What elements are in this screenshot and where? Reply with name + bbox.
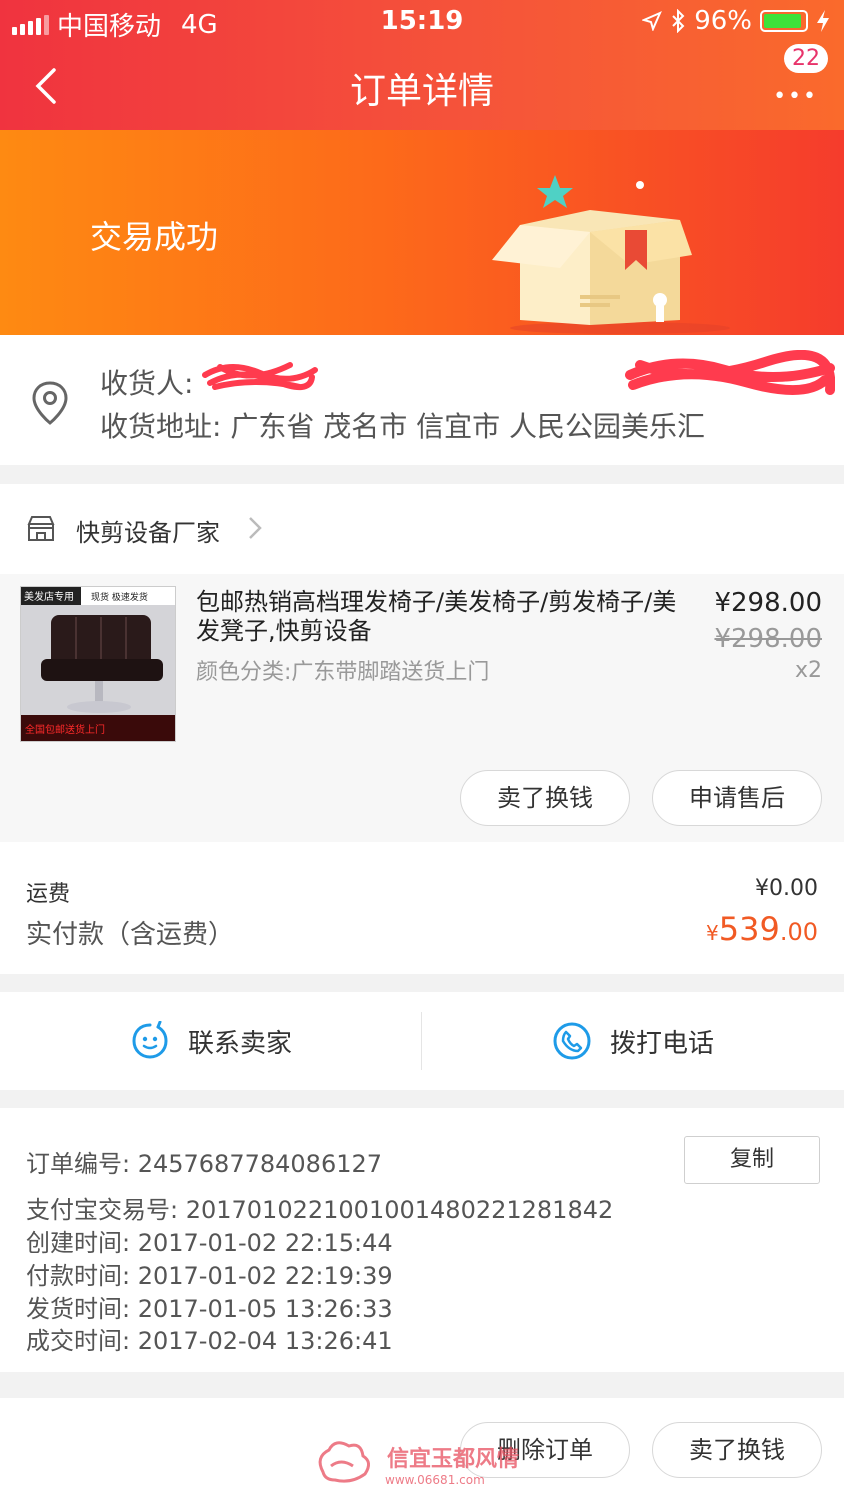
- site-watermark: 信宜玉都风情 www.06681.com: [318, 1441, 519, 1487]
- page-title: 订单详情: [349, 71, 494, 112]
- svg-text:www.06681.com: www.06681.com: [385, 1473, 485, 1487]
- battery-percent: 96%: [694, 6, 752, 36]
- call-button[interactable]: 拨打电话: [422, 992, 844, 1090]
- shipping-fee-label: 运费: [26, 882, 71, 907]
- paid-currency: ¥: [706, 921, 719, 945]
- paid-amount-label: 实付款（含运费）: [26, 920, 235, 950]
- svg-text:现货 极速发货: 现货 极速发货: [91, 591, 148, 603]
- contact-seller-button[interactable]: 联系卖家: [0, 992, 422, 1090]
- chat-icon: [132, 1021, 168, 1059]
- order-info: 订单编号: 2457687784086127 复制 支付宝交易号: 201701…: [0, 1108, 844, 1372]
- address-line: 收货地址: 广东省 茂名市 信宜市 人民公园美乐汇: [100, 405, 705, 445]
- shop-icon: [27, 516, 55, 541]
- redacted-phone-scribble: [625, 350, 835, 395]
- shipping-address-card[interactable]: 收货人: 收货地址: 广东省 茂名市 信宜市 人民公园美乐汇: [0, 335, 844, 465]
- more-menu-button[interactable]: 22 •••: [770, 44, 830, 109]
- recipient-label: 收货人:: [100, 367, 194, 400]
- call-label: 拨打电话: [609, 1028, 714, 1059]
- chevron-right-icon: [249, 517, 262, 539]
- product-spec: 颜色分类:广东带脚踏送货上门: [196, 660, 490, 685]
- phone-icon: [553, 1022, 591, 1060]
- sell-button[interactable]: 卖了换钱: [460, 770, 630, 826]
- redacted-name-scribble: [202, 362, 318, 390]
- product-price: ¥298.00: [714, 588, 822, 618]
- battery-icon: [760, 10, 808, 32]
- address-value: 广东省 茂名市 信宜市 人民公园美乐汇: [230, 410, 706, 443]
- shipping-fee-value: ¥0.00: [755, 876, 818, 901]
- gift-box-illustration: [492, 175, 730, 334]
- closed-time: 成交时间: 2017-02-04 13:26:41: [26, 1327, 393, 1355]
- svg-text:全国包邮送货上门: 全国包邮送货上门: [25, 723, 105, 736]
- order-status-text: 交易成功: [90, 218, 219, 256]
- paid-integer: 539: [718, 910, 780, 948]
- order-number: 订单编号: 2457687784086127: [26, 1150, 383, 1178]
- contact-seller-label: 联系卖家: [187, 1028, 292, 1059]
- product-original-price: ¥298.00: [714, 624, 822, 654]
- address-label: 收货地址:: [100, 410, 222, 443]
- message-count-badge: 22: [784, 44, 828, 73]
- paid-amount-value: ¥539.00: [706, 910, 818, 948]
- payment-summary: 运费 ¥0.00 实付款（含运费） ¥539.00: [0, 842, 844, 974]
- status-bar: 中国移动 4G 15:19 96%: [0, 0, 844, 44]
- alipay-trade-number: 支付宝交易号: 2017010221001001480221281842: [26, 1196, 614, 1224]
- paid-time: 付款时间: 2017-01-02 22:19:39: [26, 1262, 393, 1290]
- paid-decimal: .00: [779, 918, 818, 946]
- svg-text:信宜玉都风情: 信宜玉都风情: [387, 1446, 519, 1472]
- order-item[interactable]: 美发店专用 现货 极速发货 全国包邮送货上门 包邮热销高档理发椅子/美发椅子/剪…: [0, 574, 844, 842]
- location-icon: [642, 11, 663, 31]
- top-bar: 中国移动 4G 15:19 96% 订单详情 22 •••: [0, 0, 844, 130]
- location-pin-icon: [32, 381, 68, 425]
- shipped-time: 发货时间: 2017-01-05 13:26:33: [26, 1295, 393, 1323]
- created-time: 创建时间: 2017-01-02 22:15:44: [26, 1229, 393, 1257]
- bluetooth-icon: [672, 9, 685, 33]
- svg-text:美发店专用: 美发店专用: [24, 590, 74, 603]
- more-dots-icon: •••: [773, 84, 818, 109]
- charging-icon: [817, 10, 829, 32]
- shop-row[interactable]: 快剪设备厂家: [0, 484, 844, 574]
- bottom-sell-button[interactable]: 卖了换钱: [652, 1422, 822, 1478]
- shop-name: 快剪设备厂家: [76, 519, 220, 547]
- product-title[interactable]: 包邮热销高档理发椅子/美发椅子/剪发椅子/美发凳子,快剪设备: [196, 588, 686, 646]
- product-quantity: x2: [794, 658, 822, 683]
- barber-chair-image: 美发店专用 现货 极速发货 全国包邮送货上门: [21, 587, 175, 741]
- product-thumbnail[interactable]: 美发店专用 现货 极速发货 全国包邮送货上门: [20, 586, 176, 742]
- copy-button[interactable]: 复制: [684, 1136, 820, 1184]
- contact-bar: 联系卖家 拨打电话: [0, 992, 844, 1090]
- order-status-banner: 交易成功: [0, 130, 844, 335]
- after-sale-button[interactable]: 申请售后: [652, 770, 822, 826]
